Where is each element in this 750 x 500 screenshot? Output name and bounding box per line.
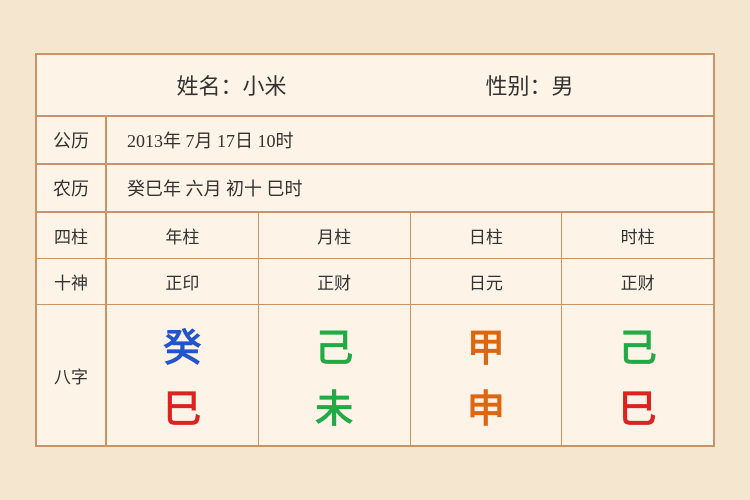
gregorian-row: 公历 2013年 7月 17日 10时: [37, 117, 713, 165]
gender-label: 性别：男: [485, 69, 573, 101]
bazhi-col-3: 己 巳: [562, 305, 713, 445]
bazhi-top-3: 己: [619, 317, 657, 372]
shishen-col1: 正印: [107, 259, 259, 304]
bazhi-row: 八字 癸 巳 己 未 甲 申 己 巳: [37, 305, 713, 445]
bazhi-cols: 癸 巳 己 未 甲 申 己 巳: [107, 305, 713, 445]
shishen-col3: 日元: [411, 259, 563, 304]
sijiu-col3: 日柱: [411, 213, 563, 258]
lunar-value: 癸巳年 六月 初十 巳时: [107, 165, 713, 211]
sijiu-col2: 月柱: [259, 213, 411, 258]
bazhi-col-2: 甲 申: [411, 305, 563, 445]
bazhi-bottom-0: 巳: [163, 378, 201, 433]
main-container: 姓名：小米 性别：男 公历 2013年 7月 17日 10时 农历 癸巳年 六月…: [35, 53, 715, 447]
name-label: 姓名：小米: [176, 69, 286, 101]
lunar-label: 农历: [37, 165, 107, 211]
bazhi-top-2: 甲: [467, 317, 505, 372]
gregorian-value: 2013年 7月 17日 10时: [107, 117, 713, 163]
lunar-row: 农历 癸巳年 六月 初十 巳时: [37, 165, 713, 213]
bazhi-col-0: 癸 巳: [107, 305, 259, 445]
shishen-row: 十神 正印 正财 日元 正财: [37, 259, 713, 305]
bazhi-bottom-2: 申: [467, 378, 505, 433]
sijiu-col1: 年柱: [107, 213, 259, 258]
shishen-col4: 正财: [562, 259, 713, 304]
bazhi-bottom-3: 巳: [619, 378, 657, 433]
bazhi-label: 八字: [37, 305, 107, 445]
bazhi-top-1: 己: [315, 317, 353, 372]
sijiu-col0: 四柱: [37, 213, 107, 258]
bazhi-bottom-1: 未: [315, 378, 353, 433]
bazhi-top-0: 癸: [163, 317, 201, 372]
sijiu-row: 四柱 年柱 月柱 日柱 时柱: [37, 213, 713, 259]
gregorian-label: 公历: [37, 117, 107, 163]
shishen-col2: 正财: [259, 259, 411, 304]
header-row: 姓名：小米 性别：男: [37, 55, 713, 117]
sijiu-col4: 时柱: [562, 213, 713, 258]
bazhi-col-1: 己 未: [259, 305, 411, 445]
shishen-col0: 十神: [37, 259, 107, 304]
